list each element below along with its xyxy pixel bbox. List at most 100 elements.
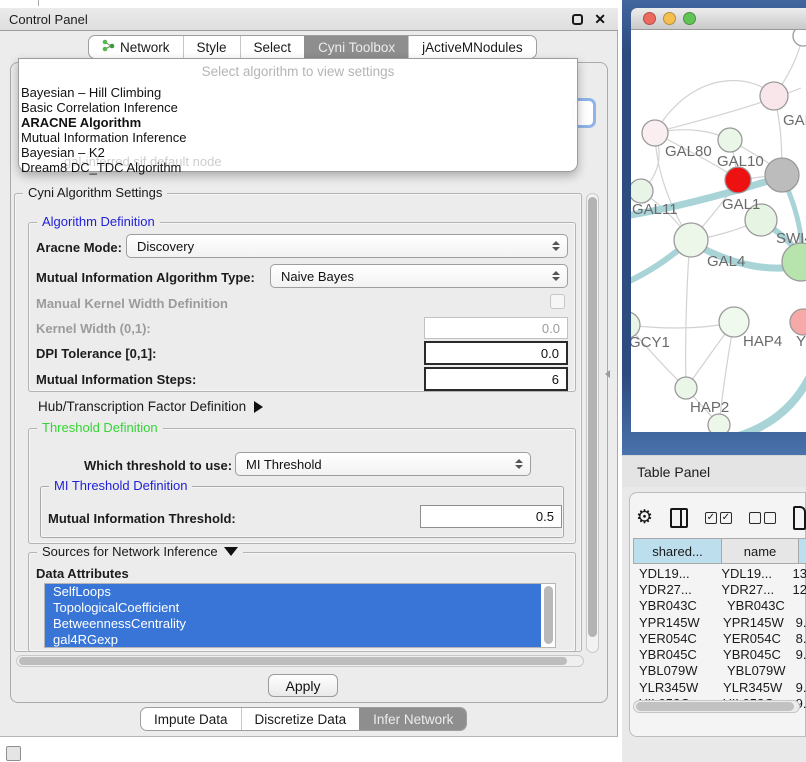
column-header-shared[interactable]: shared... <box>633 538 722 564</box>
tab-select[interactable]: Select <box>240 36 305 58</box>
network-node[interactable] <box>725 167 751 193</box>
table-row[interactable]: YDL19...YDL19...13 <box>633 565 806 581</box>
close-traffic-icon[interactable] <box>643 12 656 25</box>
mi-threshold-field[interactable]: 0.5 <box>420 505 562 528</box>
network-edge <box>686 240 690 387</box>
splitpane-collapse-icon[interactable] <box>605 370 610 378</box>
control-panel-tabbar: Network Style Select Cyni ToolboxjActiveMNo… <box>88 35 537 59</box>
apply-button[interactable]: Apply <box>268 674 338 697</box>
network-node[interactable] <box>675 377 697 399</box>
kernel-width-label: Kernel Width (0,1): <box>36 321 151 336</box>
algorithm-option[interactable]: ARACNE Algorithm <box>19 115 577 130</box>
gear-icon[interactable]: ⚙ <box>636 508 653 528</box>
tab-impute-data[interactable]: Impute Data <box>141 708 241 730</box>
float-window-icon[interactable] <box>572 14 583 25</box>
table-row[interactable]: YPR145WYPR145W9. <box>633 614 806 630</box>
node-label: SWI4 <box>776 230 806 247</box>
network-view-canvas[interactable]: GALGAL80GAL10GAL1GAL11SWI4GAL4GCY1HAP4YH… <box>631 30 806 432</box>
bottom-tabbar: Impute Data Discretize Data Infer Network <box>140 707 467 731</box>
document-icon[interactable] <box>793 506 806 530</box>
unchecked-pair-icon[interactable] <box>749 512 776 524</box>
mi-threshold-group-title: MI Threshold Definition <box>49 478 192 493</box>
table-row[interactable]: YLR345WYLR345W9. <box>633 679 806 695</box>
table-cell: YER054C <box>633 631 718 646</box>
node-label: GAL <box>783 112 806 129</box>
algorithm-dropdown-popup: Select algorithm to view settings Bayesi… <box>18 58 578 172</box>
column-header-third[interactable] <box>798 538 806 564</box>
table-panel-titlebar: Table Panel <box>622 455 806 487</box>
data-attributes-list[interactable]: SelfLoopsTopologicalCoefficientBetweenne… <box>44 583 556 648</box>
mi-steps-field[interactable]: 6 <box>424 367 568 391</box>
which-threshold-combo[interactable]: MI Threshold <box>235 452 531 476</box>
attribute-item[interactable]: SelfLoops <box>45 584 541 600</box>
zoom-traffic-icon[interactable] <box>683 12 696 25</box>
control-panel-titlebar: Control Panel ✕ <box>0 8 618 31</box>
settings-vertical-scrollbar[interactable] <box>586 193 599 653</box>
tab-discretize-data[interactable]: Discretize Data <box>241 708 360 730</box>
algorithm-option[interactable]: Bayesian – Hill Climbing <box>19 85 577 100</box>
network-node[interactable] <box>708 414 730 432</box>
network-node[interactable] <box>765 158 799 192</box>
table-row[interactable]: YBL079WYBL079W <box>633 663 806 679</box>
table-cell: YBR043C <box>722 598 798 613</box>
table-cell: YBR045C <box>718 647 791 662</box>
attributes-scrollbar[interactable] <box>544 586 553 644</box>
kernel-width-field[interactable]: 0.0 <box>424 317 568 339</box>
dpi-tolerance-field[interactable]: 0.0 <box>424 341 568 365</box>
table-cell: YDR27... <box>633 582 716 597</box>
application-root: Control Panel ✕ Network Style Select Cyni T… <box>0 0 806 762</box>
checked-pair-icon[interactable]: ✓✓ <box>705 512 732 524</box>
aracne-mode-combo[interactable]: Discovery <box>126 234 568 258</box>
table-cell: 13 <box>788 566 806 581</box>
tab-label: Discretize Data <box>255 712 347 727</box>
data-attributes-label: Data Attributes <box>36 566 129 581</box>
collapse-down-icon <box>224 547 238 556</box>
manual-kernel-checkbox[interactable] <box>550 294 565 309</box>
attribute-item[interactable]: BetweennessCentrality <box>45 616 541 632</box>
hub-definition-expander[interactable]: Hub/Transcription Factor Definition <box>38 399 263 414</box>
algorithm-option[interactable]: Basic Correlation Inference <box>19 100 577 115</box>
minimize-traffic-icon[interactable] <box>663 12 676 25</box>
table-row[interactable]: YDR27...YDR27...12 <box>633 581 806 597</box>
tab-jactivemnodules[interactable]: jActiveMNodules <box>408 36 536 58</box>
network-node[interactable] <box>782 243 806 281</box>
network-edge <box>631 323 731 328</box>
network-node[interactable] <box>631 179 653 203</box>
table-row[interactable]: YER054CYER054C8. <box>633 630 806 646</box>
sources-group-title[interactable]: Sources for Network Inference <box>37 544 243 559</box>
settings-horizontal-scrollbar[interactable] <box>16 655 584 667</box>
mi-type-combo[interactable]: Naive Bayes <box>270 264 568 288</box>
table-cell: 12 <box>788 582 806 597</box>
network-node[interactable] <box>793 30 806 46</box>
network-node[interactable] <box>760 82 788 110</box>
table-horizontal-scrollbar[interactable] <box>633 700 800 713</box>
column-header-name[interactable]: name <box>722 538 798 564</box>
network-node[interactable] <box>674 223 708 257</box>
tab-label: Select <box>254 40 292 55</box>
column-view-icon[interactable] <box>670 508 688 528</box>
close-icon[interactable]: ✕ <box>594 12 606 26</box>
network-node[interactable] <box>718 128 742 152</box>
tab-infer-network[interactable]: Infer Network <box>359 708 466 730</box>
table-row[interactable]: YBR045CYBR045C9. <box>633 646 806 662</box>
network-icon <box>102 39 115 55</box>
table-cell: YPR145W <box>633 615 718 630</box>
tab-label: Network <box>120 40 170 55</box>
table-row[interactable]: YBR043CYBR043C <box>633 598 806 614</box>
manual-kernel-label: Manual Kernel Width Definition <box>36 296 228 311</box>
tab-network[interactable]: Network <box>89 36 183 58</box>
network-node[interactable] <box>790 309 806 335</box>
tab-cyni-toolbox[interactable]: Cyni Toolbox <box>304 36 408 58</box>
algorithm-dropdown-prompt: Select algorithm to view settings <box>19 59 577 85</box>
table-rows: YDL19...YDL19...13YDR27...YDR27...12YBR0… <box>633 565 806 712</box>
attribute-item[interactable]: TopologicalCoefficient <box>45 600 541 616</box>
tab-label: Infer Network <box>373 712 453 727</box>
node-label: Y <box>796 333 806 350</box>
table-cell: YDL19... <box>633 566 716 581</box>
algorithm-option[interactable]: Mutual Information Inference <box>19 130 577 145</box>
node-label: GAL1 <box>722 196 760 213</box>
mi-steps-label: Mutual Information Steps: <box>36 372 196 387</box>
tab-style[interactable]: Style <box>183 36 240 58</box>
attribute-item[interactable]: gal4RGexp <box>45 632 541 648</box>
network-window-titlebar[interactable] <box>631 8 806 30</box>
